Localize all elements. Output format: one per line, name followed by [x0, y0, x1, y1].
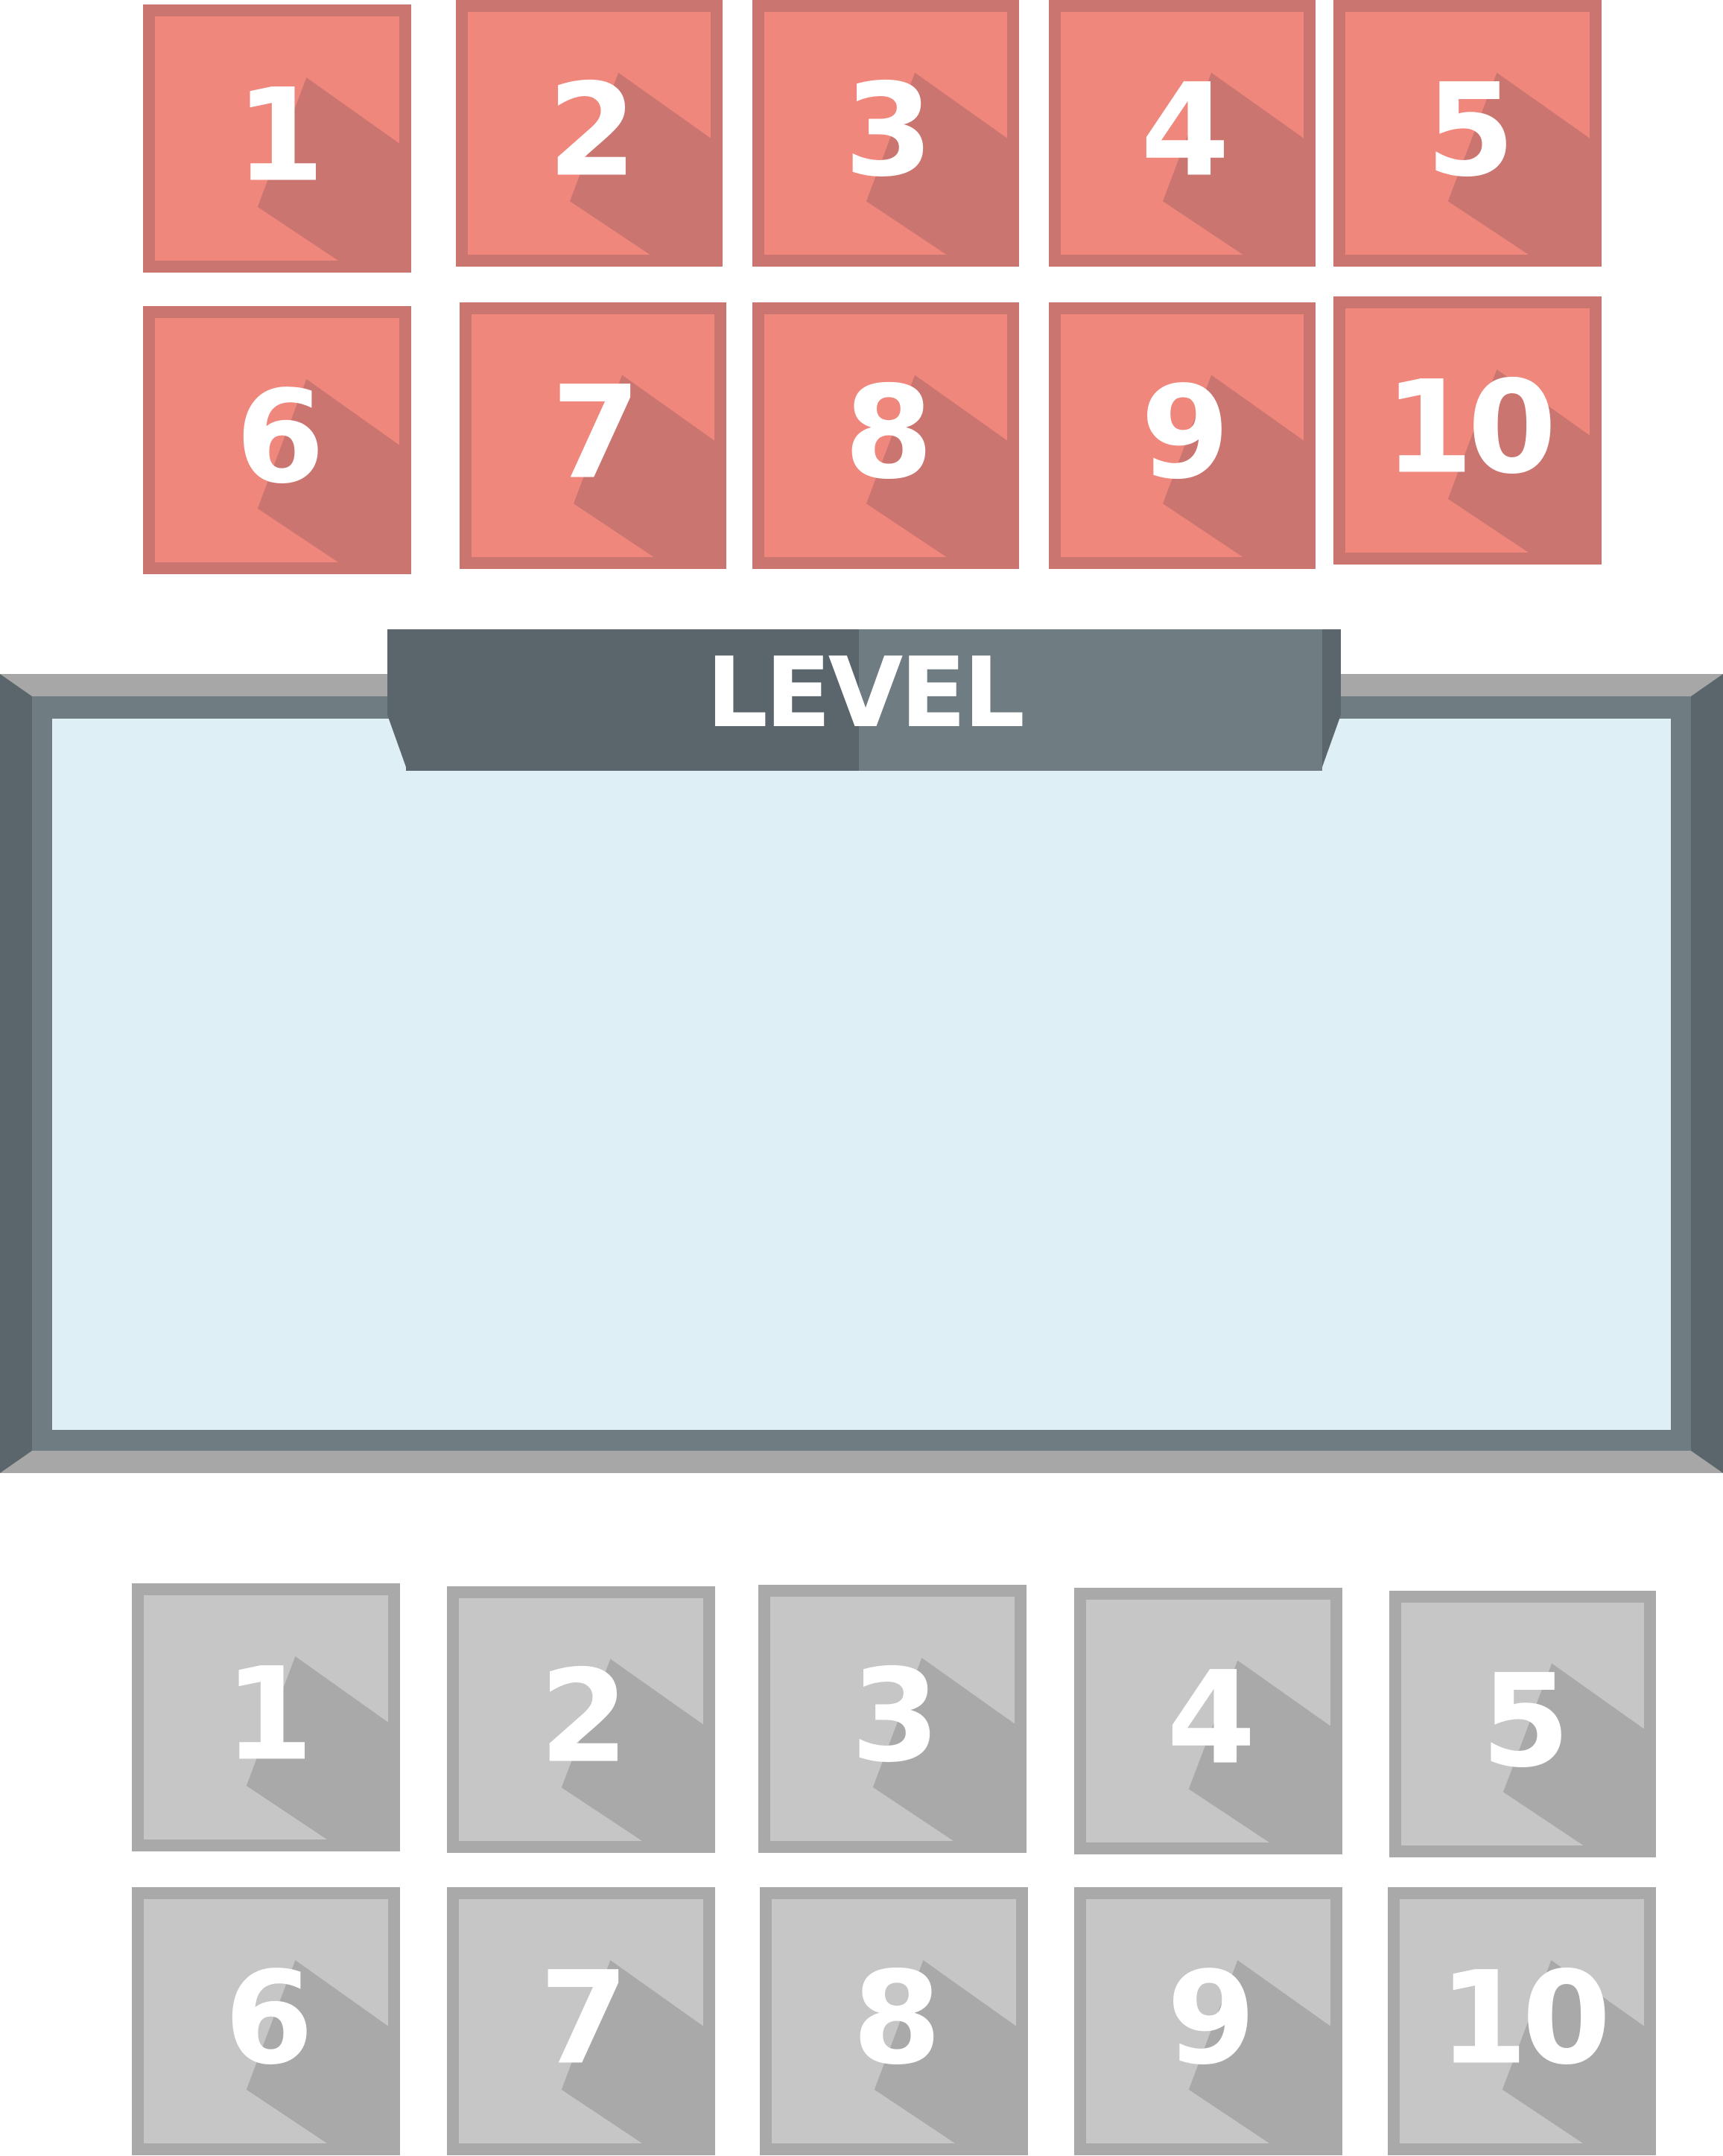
locked-level-tile-3: 3	[758, 1585, 1026, 1853]
level-number: 8	[852, 1943, 942, 2093]
locked-level-tile-6: 6	[132, 1887, 400, 2155]
level-number: 6	[224, 1943, 314, 2093]
level-number: 2	[539, 1641, 629, 1792]
level-number: 10	[1384, 352, 1556, 503]
level-number: 5	[1426, 55, 1515, 206]
locked-level-tile-2: 2	[447, 1586, 715, 1853]
locked-level-tile-8: 8	[760, 1887, 1028, 2155]
level-number: 9	[1167, 1943, 1256, 2093]
level-tile-9[interactable]: 9	[1049, 302, 1316, 569]
locked-level-tile-7: 7	[447, 1887, 715, 2155]
level-number: 4	[1140, 55, 1230, 206]
level-number: 7	[551, 357, 641, 508]
level-number: 7	[539, 1943, 629, 2093]
level-tile-2[interactable]: 2	[456, 0, 723, 267]
locked-level-tile-10: 10	[1388, 1887, 1656, 2155]
level-number: 4	[1167, 1643, 1256, 1793]
level-title: LEVEL	[706, 636, 1025, 749]
level-tile-8[interactable]: 8	[752, 302, 1019, 569]
level-tile-5[interactable]: 5	[1333, 0, 1602, 267]
level-tile-1[interactable]: 1	[143, 4, 411, 273]
level-number: 1	[235, 60, 325, 211]
level-tile-3[interactable]: 3	[752, 0, 1019, 267]
level-number: 3	[844, 55, 933, 206]
level-number: 2	[548, 55, 637, 206]
level-tile-4[interactable]: 4	[1049, 0, 1316, 267]
level-panel-frame	[0, 629, 1723, 1473]
level-number: 6	[235, 362, 325, 512]
level-number: 1	[224, 1639, 314, 1790]
locked-level-tile-1: 1	[132, 1583, 400, 1851]
locked-level-tile-5: 5	[1389, 1591, 1656, 1857]
level-tile-6[interactable]: 6	[143, 306, 411, 574]
level-number: 5	[1481, 1646, 1570, 1796]
locked-level-tile-4: 4	[1074, 1588, 1342, 1854]
level-number: 8	[844, 357, 933, 508]
level-panel	[0, 626, 1723, 1475]
level-number: 10	[1438, 1943, 1611, 2093]
level-number: 9	[1140, 357, 1230, 508]
level-tile-10[interactable]: 10	[1333, 296, 1602, 565]
level-tile-7[interactable]: 7	[460, 302, 726, 569]
locked-level-tile-9: 9	[1074, 1887, 1342, 2155]
level-number: 3	[851, 1641, 940, 1791]
